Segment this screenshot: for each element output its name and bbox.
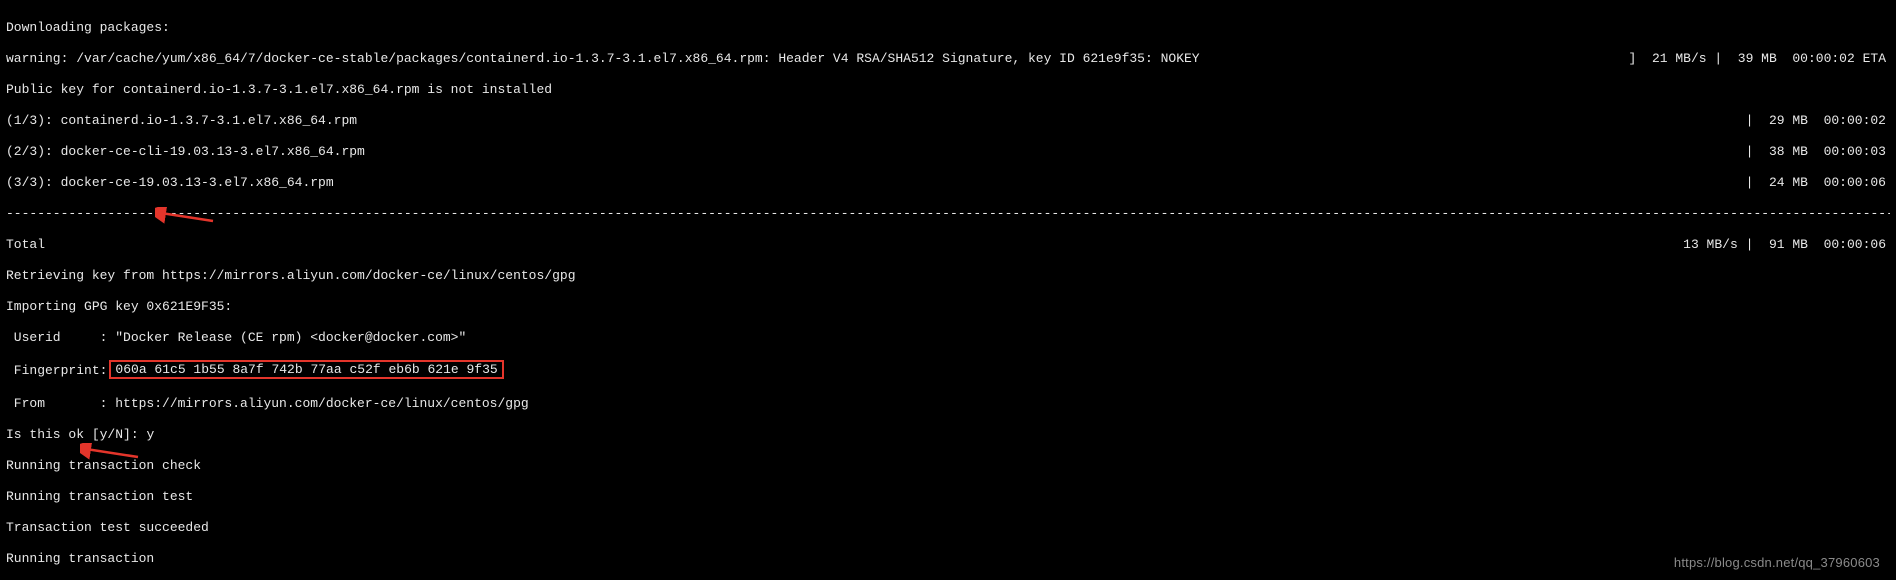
pkg-stats: | 24 MB 00:00:06 [1746, 175, 1890, 191]
pkg-name: (2/3): docker-ce-cli-19.03.13-3.el7.x86_… [6, 144, 365, 160]
line-importing-key: Importing GPG key 0x621E9F35: [6, 299, 1890, 315]
confirm-prompt: Is this ok [y/N]: [6, 427, 146, 442]
pkg-name: (1/3): containerd.io-1.3.7-3.1.el7.x86_6… [6, 113, 357, 129]
watermark-text: https://blog.csdn.net/qq_37960603 [1674, 555, 1880, 571]
total-row: Total 13 MB/s | 91 MB 00:00:06 [6, 237, 1890, 253]
line-fingerprint: Fingerprint: 060a 61c5 1b55 8a7f 742b 77a… [6, 361, 1890, 381]
line-trans-test: Running transaction test [6, 489, 1890, 505]
line-trans-check: Running transaction check [6, 458, 1890, 474]
fingerprint-label: Fingerprint: [6, 363, 107, 378]
pkg-name: (3/3): docker-ce-19.03.13-3.el7.x86_64.r… [6, 175, 334, 191]
confirm-answer: y [146, 427, 154, 442]
warning-progress: ] 21 MB/s | 39 MB 00:00:02 ETA [1629, 51, 1890, 67]
line-trans-run: Running transaction [6, 551, 1890, 567]
line-userid: Userid : "Docker Release (CE rpm) <docke… [6, 330, 1890, 346]
pkg-row: (3/3): docker-ce-19.03.13-3.el7.x86_64.r… [6, 175, 1890, 191]
total-label: Total [6, 237, 45, 253]
fingerprint-value: 060a 61c5 1b55 8a7f 742b 77aa c52f eb6b … [115, 362, 497, 377]
line-pubkey: Public key for containerd.io-1.3.7-3.1.e… [6, 82, 1890, 98]
pkg-stats: | 38 MB 00:00:03 [1746, 144, 1890, 160]
pkg-stats: | 29 MB 00:00:02 [1746, 113, 1890, 129]
confirm-prompt-line[interactable]: Is this ok [y/N]: y [6, 427, 1890, 443]
pkg-row: (2/3): docker-ce-cli-19.03.13-3.el7.x86_… [6, 144, 1890, 160]
line-warning: warning: /var/cache/yum/x86_64/7/docker-… [6, 51, 1890, 67]
line-retrieve-key: Retrieving key from https://mirrors.aliy… [6, 268, 1890, 284]
pkg-row: (1/3): containerd.io-1.3.7-3.1.el7.x86_6… [6, 113, 1890, 129]
line-trans-ok: Transaction test succeeded [6, 520, 1890, 536]
terminal-output[interactable]: Downloading packages: warning: /var/cach… [0, 0, 1896, 580]
fingerprint-highlight: 060a 61c5 1b55 8a7f 742b 77aa c52f eb6b … [109, 360, 503, 380]
line-from: From : https://mirrors.aliyun.com/docker… [6, 396, 1890, 412]
line-downloading: Downloading packages: [6, 20, 1890, 36]
separator-dashes: ----------------------------------------… [6, 206, 1890, 222]
total-stats: 13 MB/s | 91 MB 00:00:06 [1683, 237, 1890, 253]
warning-text: warning: /var/cache/yum/x86_64/7/docker-… [6, 51, 1200, 67]
